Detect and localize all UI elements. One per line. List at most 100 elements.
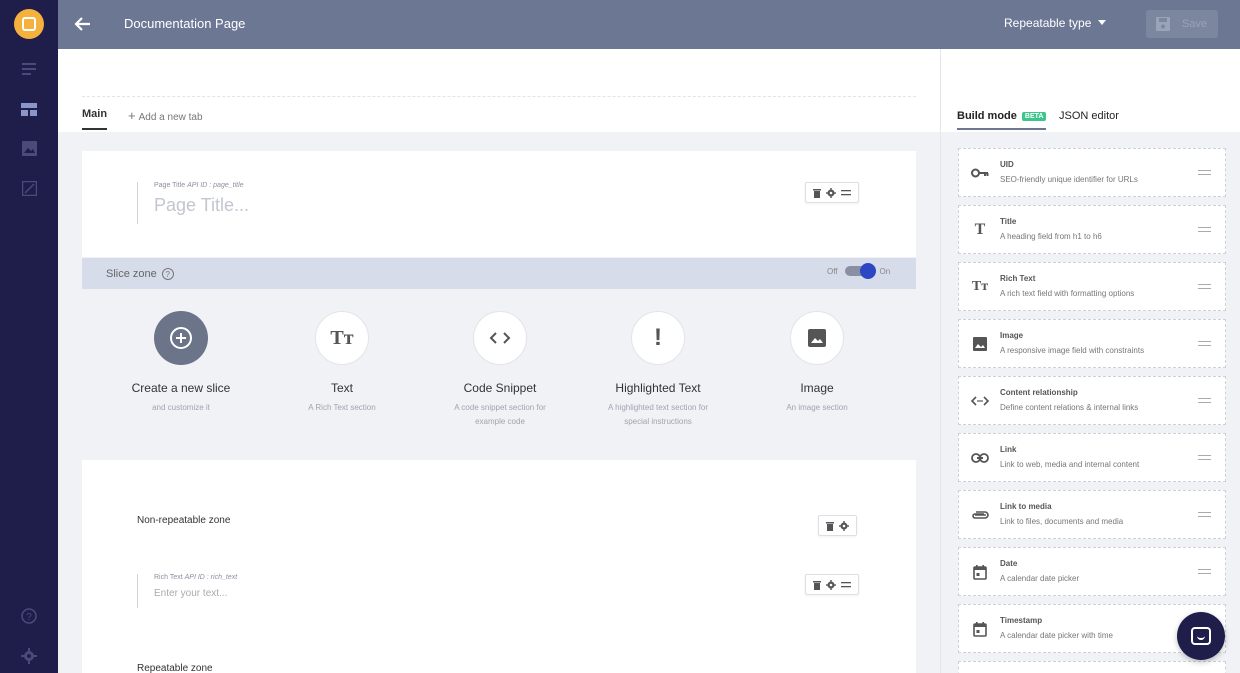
field-content-relationship[interactable]: Content relationship Define content rela… xyxy=(958,376,1226,425)
drag-handle-icon[interactable] xyxy=(1198,227,1211,232)
slice-zone-toggle[interactable]: Off On xyxy=(827,263,891,279)
field-desc: Link to files, documents and media xyxy=(1000,517,1124,526)
slice-create-new[interactable]: Create a new slice and customize it xyxy=(101,311,261,415)
slice-code-snippet[interactable]: Code Snippet A code snippet section for … xyxy=(420,311,580,429)
slice-name: Code Snippet xyxy=(463,381,537,395)
chevron-down-icon[interactable] xyxy=(1098,20,1106,25)
repeatable-type-dropdown[interactable]: Repeatable type xyxy=(1004,16,1091,30)
trash-icon[interactable] xyxy=(813,188,821,198)
page-title-input[interactable]: Page Title... xyxy=(154,195,249,216)
save-button[interactable]: Save xyxy=(1146,10,1218,38)
custom-types-icon[interactable] xyxy=(20,100,38,118)
link-icon xyxy=(971,449,989,467)
help-icon[interactable]: ? xyxy=(20,607,38,625)
add-tab-label: Add a new tab xyxy=(138,112,203,123)
field-uid[interactable]: UID SEO-friendly unique identifier for U… xyxy=(958,148,1226,197)
main-tabs-area: Main + Add a new tab xyxy=(58,49,940,132)
field-desc: A calendar date picker with time xyxy=(1000,631,1113,640)
field-label: Rich Text API ID : rich_text xyxy=(154,574,238,581)
tab-main[interactable]: Main xyxy=(82,108,108,130)
build-mode-label: Build mode xyxy=(957,110,1017,122)
trash-icon[interactable] xyxy=(813,580,821,590)
toggle-on-label: On xyxy=(879,266,891,276)
title-icon: T xyxy=(974,221,986,238)
field-desc: A responsive image field with constraint… xyxy=(1000,346,1145,355)
field-image[interactable]: Image A responsive image field with cons… xyxy=(958,319,1226,368)
drag-handle-icon[interactable] xyxy=(841,189,851,196)
app-logo[interactable] xyxy=(14,9,44,39)
field-desc: Link to web, media and internal content xyxy=(1000,460,1140,469)
field-date[interactable]: Date A calendar date picker xyxy=(958,547,1226,596)
rich-text-input[interactable]: Enter your text... xyxy=(154,588,237,599)
save-label: Save xyxy=(1182,18,1208,30)
field-name: Image xyxy=(1000,331,1024,340)
repeatable-zone-title: Repeatable zone xyxy=(137,663,213,673)
documents-icon[interactable] xyxy=(20,60,38,78)
drag-handle-icon[interactable] xyxy=(1198,341,1211,346)
tab-json-editor[interactable]: JSON editor xyxy=(1059,110,1119,122)
field-desc: SEO-friendly unique identifier for URLs xyxy=(1000,175,1138,184)
field-name: Rich Text xyxy=(1000,274,1036,283)
svg-text:?: ? xyxy=(26,612,32,623)
slice-name: Image xyxy=(800,381,834,395)
field-rich-text[interactable]: Tт Rich Text A rich text field with form… xyxy=(958,262,1226,311)
rich-text-field[interactable]: Rich Text API ID : rich_text Enter your … xyxy=(137,574,237,608)
settings-gear-icon[interactable] xyxy=(20,647,38,665)
field-name: Date xyxy=(1000,559,1018,568)
field-controls xyxy=(805,182,859,203)
slice-name: Highlighted Text xyxy=(615,381,701,395)
drag-handle-icon[interactable] xyxy=(1198,398,1211,403)
plus-circle-icon[interactable] xyxy=(154,311,208,365)
field-title[interactable]: T Title A heading field from h1 to h6 xyxy=(958,205,1226,254)
drag-handle-icon[interactable] xyxy=(1198,455,1211,460)
slice-highlighted-text[interactable]: ! Highlighted Text A highlighted text se… xyxy=(578,311,738,429)
image-icon xyxy=(971,335,989,353)
beta-badge: BETA xyxy=(1021,111,1047,121)
field-name: Link xyxy=(1000,445,1017,454)
divider xyxy=(82,96,916,97)
gear-icon[interactable] xyxy=(826,187,836,198)
gear-icon[interactable] xyxy=(839,520,849,531)
field-link[interactable]: Link Link to web, media and internal con… xyxy=(958,433,1226,482)
gear-icon[interactable] xyxy=(826,579,836,590)
plus-icon: + xyxy=(128,108,136,123)
page-title-field[interactable]: Page Title API ID : page_title Page Titl… xyxy=(137,182,249,224)
field-label: Page Title API ID : page_title xyxy=(154,182,244,189)
back-arrow-icon[interactable] xyxy=(72,13,94,35)
field-next[interactable] xyxy=(958,661,1226,673)
add-tab-button[interactable]: + Add a new tab xyxy=(128,108,203,123)
field-link-to-media[interactable]: Link to media Link to files, documents a… xyxy=(958,490,1226,539)
slice-zone-label: Slice zone ? xyxy=(106,268,174,280)
slice-content-card: Non-repeatable zone Rich Text API ID : r… xyxy=(82,460,916,673)
slice-desc: An image section xyxy=(786,403,848,412)
tab-build-mode[interactable]: Build mode BETA xyxy=(957,110,1047,130)
drag-handle-icon[interactable] xyxy=(1198,569,1211,574)
slice-zone-bar: Slice zone ? Off On xyxy=(82,258,916,289)
drag-handle-icon[interactable] xyxy=(1198,512,1211,517)
code-icon[interactable] xyxy=(473,311,527,365)
slice-text[interactable]: Tт Text A Rich Text section xyxy=(262,311,422,415)
slice-desc: A highlighted text section for special i… xyxy=(607,403,709,426)
image-icon[interactable] xyxy=(790,311,844,365)
field-desc: Define content relations & internal link… xyxy=(1000,403,1139,412)
analytics-icon[interactable] xyxy=(20,179,38,197)
drag-handle-icon[interactable] xyxy=(1198,170,1211,175)
toggle-switch[interactable] xyxy=(844,263,876,279)
chat-launcher-button[interactable] xyxy=(1177,612,1225,660)
exclamation-icon[interactable]: ! xyxy=(631,311,685,365)
field-desc: A calendar date picker xyxy=(1000,574,1080,583)
zone-controls xyxy=(818,515,857,536)
slice-name: Text xyxy=(330,381,353,395)
field-name: Timestamp xyxy=(1000,616,1043,625)
page-title: Documentation Page xyxy=(124,16,246,31)
chat-icon xyxy=(1191,627,1211,645)
help-circle-icon[interactable]: ? xyxy=(161,268,174,280)
slice-image[interactable]: Image An image section xyxy=(737,311,897,415)
slice-desc: and customize it xyxy=(152,403,210,412)
media-library-icon[interactable] xyxy=(20,139,38,157)
drag-handle-icon[interactable] xyxy=(841,581,851,588)
trash-icon[interactable] xyxy=(826,521,834,531)
text-icon[interactable]: Tт xyxy=(315,311,369,365)
drag-handle-icon[interactable] xyxy=(1198,284,1211,289)
builder-tabs-area: Build mode BETA JSON editor xyxy=(940,49,1240,132)
